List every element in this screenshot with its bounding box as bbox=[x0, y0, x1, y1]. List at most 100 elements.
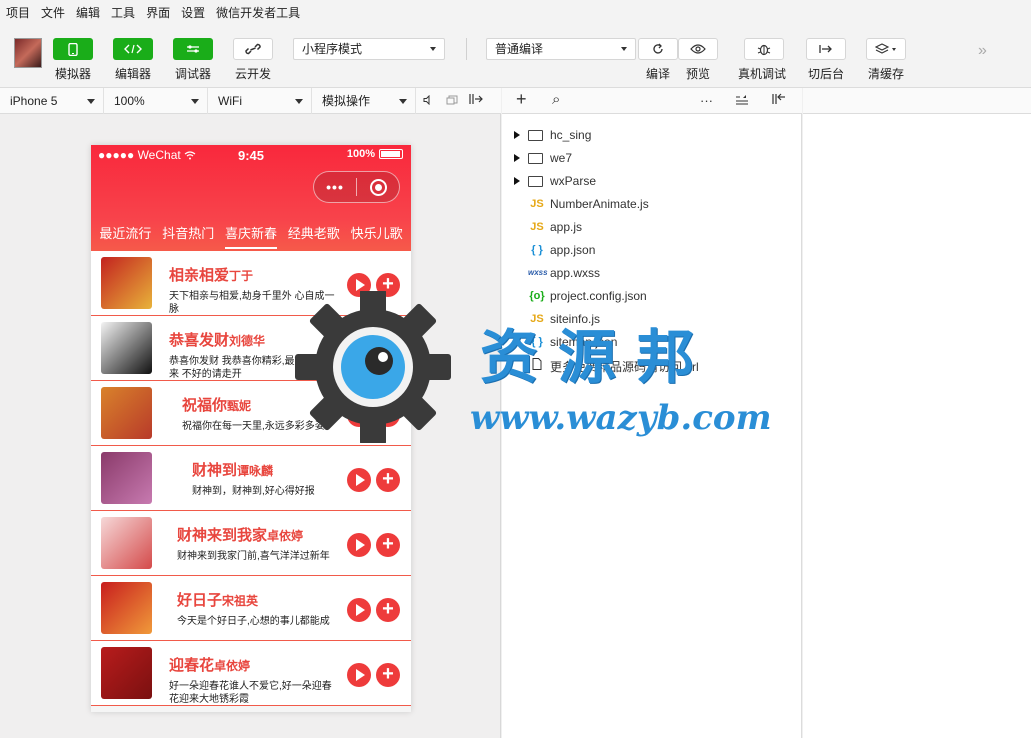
song-artist: 丁于 bbox=[229, 269, 254, 283]
app-header: ●●●●● WeChat 9:45 100% ••• 最近流行 抖音热门 喜庆新… bbox=[91, 145, 411, 251]
tree-file[interactable]: { } app.json bbox=[502, 239, 802, 261]
menu-edit[interactable]: 编辑 bbox=[76, 4, 100, 21]
mode-select[interactable]: 小程序模式 bbox=[293, 38, 445, 60]
menu-interface[interactable]: 界面 bbox=[146, 4, 170, 21]
preview-button[interactable]: 预览 bbox=[678, 38, 718, 82]
caret-right-icon[interactable] bbox=[514, 177, 520, 185]
menu-bar: 项目 文件 编辑 工具 界面 设置 微信开发者工具 bbox=[0, 0, 1031, 24]
play-icon[interactable] bbox=[347, 533, 371, 557]
caret-right-icon[interactable] bbox=[514, 131, 520, 139]
config-file-icon: {o} bbox=[529, 290, 545, 302]
tab-kids[interactable]: 快乐儿歌 bbox=[351, 223, 403, 249]
editor-button[interactable]: 编辑器 bbox=[113, 38, 153, 82]
operation-select[interactable]: 模拟操作 bbox=[312, 87, 416, 114]
background-button[interactable]: 切后台 bbox=[806, 38, 846, 82]
split-icon[interactable] bbox=[772, 93, 786, 108]
cloud-button[interactable]: 云开发 bbox=[233, 38, 273, 82]
phone-icon bbox=[53, 38, 93, 60]
play-icon[interactable] bbox=[347, 468, 371, 492]
tree-file[interactable]: JS app.js bbox=[502, 216, 802, 238]
play-icon[interactable] bbox=[347, 663, 371, 687]
add-icon[interactable]: + bbox=[376, 468, 400, 492]
compile-label: 编译 bbox=[645, 67, 670, 81]
compile-select[interactable]: 普通编译 bbox=[486, 38, 636, 60]
tree-file[interactable]: JS NumberAnimate.js bbox=[502, 193, 802, 215]
song-desc: 好一朵迎春花谁人不爱它,好一朵迎春花迎来大地锈彩霞 bbox=[169, 681, 332, 705]
song-title: 好日子宋祖英 bbox=[177, 592, 259, 609]
menu-project[interactable]: 项目 bbox=[6, 4, 30, 21]
add-icon[interactable]: + bbox=[376, 663, 400, 687]
song-title: 迎春花卓依婷 bbox=[169, 657, 251, 674]
chevron-down-icon bbox=[295, 98, 303, 104]
preview-label: 预览 bbox=[685, 67, 710, 81]
add-icon[interactable]: + bbox=[376, 533, 400, 557]
menu-file[interactable]: 文件 bbox=[41, 4, 65, 21]
js-file-icon: JS bbox=[530, 198, 544, 210]
album-cover bbox=[101, 322, 152, 374]
tab-douyin[interactable]: 抖音热门 bbox=[162, 223, 214, 249]
toolbar-divider bbox=[466, 38, 467, 60]
song-row[interactable]: 财神来到我家卓依婷 财神来到我家门前,喜气洋洋过新年 + bbox=[91, 511, 411, 576]
folder-icon bbox=[528, 153, 543, 164]
zoom-select[interactable]: 100% bbox=[104, 87, 208, 114]
more-dots-icon[interactable]: ••• bbox=[314, 179, 356, 195]
simulator-button[interactable]: 模拟器 bbox=[53, 38, 93, 82]
album-cover bbox=[101, 647, 152, 699]
add-file-icon[interactable]: + bbox=[516, 89, 527, 110]
chevron-down-icon bbox=[191, 98, 199, 104]
battery-percent: 100% bbox=[346, 148, 375, 160]
compile-button[interactable]: 编译 bbox=[638, 38, 678, 82]
tree-folder[interactable]: we7 bbox=[502, 147, 802, 169]
tree-item-name: we7 bbox=[550, 151, 573, 165]
tree-file[interactable]: wxss app.wxss bbox=[502, 262, 802, 284]
song-artist: 谭咏麟 bbox=[237, 464, 274, 478]
song-title: 恭喜发财刘德华 bbox=[169, 332, 266, 349]
battery: 100% bbox=[347, 148, 403, 160]
avatar[interactable] bbox=[14, 38, 42, 68]
editor-tabbar bbox=[803, 88, 1031, 114]
background-label: 切后台 bbox=[807, 67, 844, 81]
debugger-button[interactable]: 调试器 bbox=[173, 38, 213, 82]
volume-icon[interactable] bbox=[416, 94, 440, 108]
song-row[interactable]: 迎春花卓依婷 好一朵迎春花谁人不爱它,好一朵迎春花迎来大地锈彩霞 + bbox=[91, 641, 411, 706]
eye-icon bbox=[678, 38, 718, 60]
cloud-label: 云开发 bbox=[234, 67, 271, 81]
tree-item-name: hc_sing bbox=[550, 128, 592, 142]
battery-icon bbox=[379, 149, 403, 159]
device-select[interactable]: iPhone 5 bbox=[0, 87, 104, 114]
song-row[interactable]: 财神到谭咏麟 财神到，财神到,好心得好报 + bbox=[91, 446, 411, 511]
detach-icon[interactable] bbox=[464, 93, 488, 108]
menu-devtools[interactable]: 微信开发者工具 bbox=[216, 4, 300, 21]
menu-settings[interactable]: 设置 bbox=[181, 4, 205, 21]
tab-festive[interactable]: 喜庆新春 bbox=[224, 223, 277, 249]
caret-right-icon[interactable] bbox=[514, 154, 520, 162]
more-chevron-icon[interactable]: » bbox=[978, 42, 987, 60]
search-icon[interactable]: ⌕ bbox=[552, 91, 560, 108]
compile-select-value: 普通编译 bbox=[495, 42, 544, 56]
bug-icon bbox=[744, 38, 784, 60]
network-select[interactable]: WiFi bbox=[208, 87, 312, 114]
song-row[interactable]: 好日子宋祖英 今天是个好日子,心想的事儿都能成 + bbox=[91, 576, 411, 641]
tree-folder[interactable]: hc_sing bbox=[502, 124, 802, 146]
tab-classic[interactable]: 经典老歌 bbox=[288, 223, 340, 249]
tree-file[interactable]: {o} project.config.json bbox=[502, 285, 802, 307]
chevron-down-icon bbox=[87, 98, 95, 104]
operation-select-value: 模拟操作 bbox=[322, 93, 371, 108]
chevron-down-icon bbox=[399, 98, 407, 104]
collapse-icon[interactable] bbox=[735, 93, 749, 108]
simulator-subbar: iPhone 5 100% WiFi 模拟操作 bbox=[0, 87, 501, 114]
window-icon[interactable] bbox=[440, 94, 464, 108]
close-target-icon[interactable] bbox=[357, 178, 399, 196]
clear-cache-button[interactable]: 清缓存 bbox=[866, 38, 906, 82]
tab-recent[interactable]: 最近流行 bbox=[99, 223, 151, 249]
more-icon[interactable]: ··· bbox=[700, 93, 713, 108]
tree-item-name: NumberAnimate.js bbox=[550, 197, 649, 211]
song-title: 财神来到我家卓依婷 bbox=[177, 527, 304, 544]
add-icon[interactable]: + bbox=[376, 598, 400, 622]
play-icon[interactable] bbox=[347, 598, 371, 622]
tree-folder[interactable]: wxParse bbox=[502, 170, 802, 192]
menu-tools[interactable]: 工具 bbox=[111, 4, 135, 21]
tree-item-name: app.json bbox=[550, 243, 596, 257]
mode-select-value: 小程序模式 bbox=[302, 42, 363, 56]
real-debug-button[interactable]: 真机调试 bbox=[738, 38, 786, 82]
